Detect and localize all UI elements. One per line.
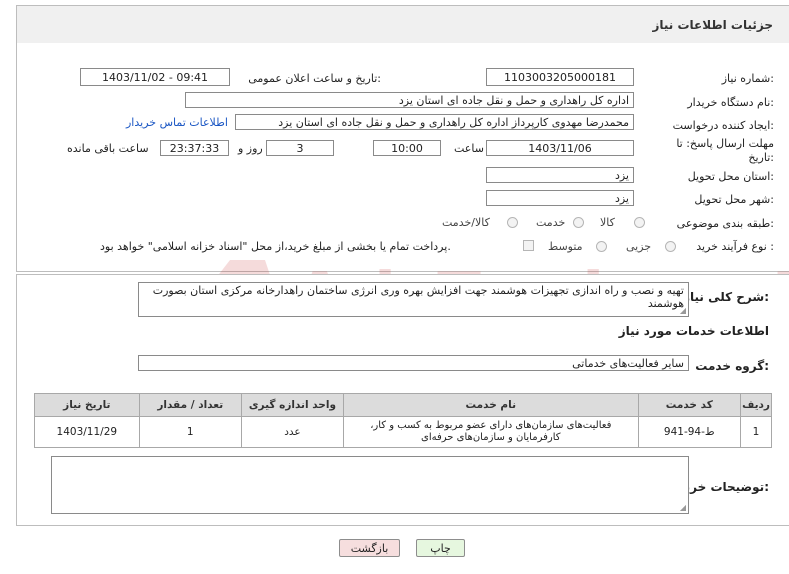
col-index: ردیف [740,393,772,417]
services-table: ردیف کد خدمت نام خدمت واحد اندازه گیری ت… [34,393,772,448]
process-option-medium: متوسط [548,240,583,253]
category-option-goods-service: کالا/خدمت [442,216,490,229]
province-label: استان محل تحویل: [687,170,774,183]
city-label: شهر محل تحویل: [694,193,774,206]
page-title: جزئیات اطلاعات نیاز [652,18,773,32]
service-group-field[interactable]: سایر فعالیت‌های خدماتی [138,355,689,371]
buyer-notes-textarea[interactable]: ◢ [51,456,689,514]
process-radio-minor[interactable] [665,241,676,252]
service-group-label: گروه خدمت: [695,359,769,373]
requester-label: ایجاد کننده درخواست: [672,119,774,132]
province-field[interactable]: یزد [486,167,634,183]
row-unit: عدد [240,416,345,448]
announce-label: تاریخ و ساعت اعلان عمومی: [248,72,381,85]
col-unit: واحد اندازه گیری [240,393,345,417]
deadline-label: مهلت ارسال پاسخ: تا [676,137,774,150]
summary-textarea[interactable]: تهیه و نصب و راه اندازی تجهیزات هوشمند ج… [138,282,689,317]
category-option-service: خدمت [536,216,566,229]
deadline-time-field[interactable]: 10:00 [373,140,441,156]
back-button[interactable]: بازگشت [339,539,400,557]
col-date: تاریخ نیاز [34,393,140,417]
category-option-goods: کالا [600,216,615,229]
announce-field[interactable]: 1403/11/02 - 09:41 [80,68,230,86]
category-label: طبقه بندی موضوعی: [676,217,774,230]
col-qty: تعداد / مقدار [138,393,242,417]
resize-handle-icon[interactable]: ◢ [680,503,686,512]
remaining-label: ساعت باقی مانده [67,142,149,155]
category-radio-goods-service[interactable] [507,217,518,228]
row-code: ط-94-941 [637,416,742,448]
table-header-row: ردیف کد خدمت نام خدمت واحد اندازه گیری ت… [34,393,772,417]
row-name: فعالیت‌های سازمان‌های دارای عضو مربوط به… [343,416,639,448]
resize-handle-icon[interactable]: ◢ [680,306,686,315]
contact-info-link[interactable]: اطلاعات تماس خریدار [126,116,228,129]
page-header: جزئیات اطلاعات نیاز [16,5,789,45]
deadline-date-field[interactable]: 1403/11/06 [486,140,634,156]
need-number-field[interactable]: 1103003205000181 [486,68,634,86]
deadline-label-date: تاریخ: [748,151,774,164]
requester-field[interactable]: محمدرضا مهدوی کارپرداز اداره کل راهداری … [235,114,634,130]
table-row[interactable]: 1 ط-94-941 فعالیت‌های سازمان‌های دارای ع… [34,416,772,448]
col-code: کد خدمت [637,393,742,417]
process-option-minor: جزیی [626,240,652,253]
row-index: 1 [740,416,772,448]
payment-checkbox[interactable] [523,240,534,251]
buyer-org-label: نام دستگاه خریدار: [687,96,774,109]
city-field[interactable]: یزد [486,190,634,206]
category-radio-goods[interactable] [634,217,645,228]
process-label: نوع فرآیند خرید : [696,240,774,253]
process-radio-medium[interactable] [596,241,607,252]
category-radio-service[interactable] [573,217,584,228]
col-name: نام خدمت [343,393,639,417]
need-number-label: شماره نیاز: [721,72,774,85]
payment-note: پرداخت تمام یا بخشی از مبلغ خرید،از محل … [100,240,451,253]
time-label: ساعت [454,142,484,155]
remaining-time-field[interactable]: 23:37:33 [160,140,229,156]
days-label: روز و [238,142,263,155]
days-field[interactable]: 3 [266,140,334,156]
summary-label: شرح کلی نیاز: [683,290,769,304]
buyer-org-field[interactable]: اداره کل راهداری و حمل و نقل جاده ای است… [185,92,634,108]
row-date: 1403/11/29 [34,416,140,448]
print-button[interactable]: چاپ [416,539,465,557]
services-section-title: اطلاعات خدمات مورد نیاز [618,324,769,338]
summary-text: تهیه و نصب و راه اندازی تجهیزات هوشمند ج… [152,284,684,310]
row-qty: 1 [138,416,242,448]
